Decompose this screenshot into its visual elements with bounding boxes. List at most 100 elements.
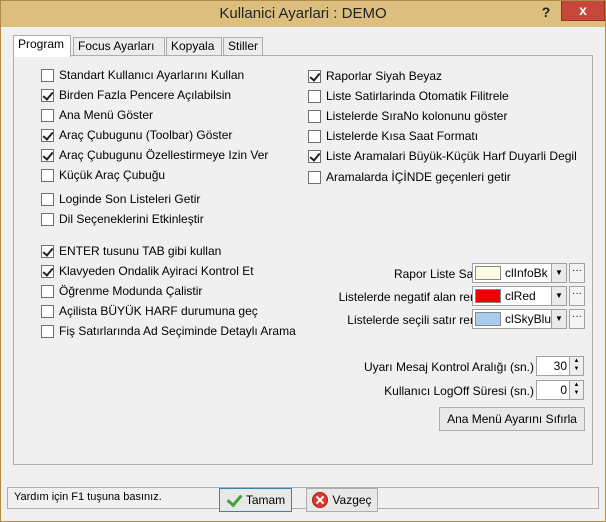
dialog-window: Kullanici Ayarlari : DEMO ? x Program Fo…: [0, 0, 606, 522]
ellipsis-button[interactable]: ···: [569, 309, 585, 329]
checkbox-kucuk-arac-cubugu[interactable]: Küçük Araç Çubuğu: [41, 167, 165, 183]
dialog-body: Program Focus Ayarları Kopyala Stiller S…: [7, 29, 599, 515]
checkbox-label: ENTER tusunu TAB gibi kullan: [59, 244, 222, 258]
reset-menu-button[interactable]: Ana Menü Ayarını Sıfırla: [439, 407, 585, 431]
tab-kopyala[interactable]: Kopyala: [166, 37, 222, 56]
ellipsis-button[interactable]: ···: [569, 263, 585, 283]
tab-focus-ayarlari[interactable]: Focus Ayarları: [73, 37, 165, 56]
checkbox-dil-secenekleri[interactable]: Dil Seçeneklerini Etkinleştir: [41, 211, 204, 227]
checkbox-label: Listelerde SıraNo kolonunu göster: [326, 109, 508, 123]
checkbox-box[interactable]: [41, 304, 54, 318]
checkbox-toolbar-goster[interactable]: Araç Çubugunu (Toolbar) Göster: [41, 127, 232, 143]
checkbox-buyuk-harf[interactable]: Açilista BÜYÜK HARF durumuna geç: [41, 303, 258, 319]
checkbox-sirano-kolonu[interactable]: Listelerde SıraNo kolonunu göster: [308, 108, 507, 124]
spinner-uyari-mesaj[interactable]: 30 ▲ ▼: [536, 356, 584, 376]
status-bar: Yardım için F1 tuşuna basınız.: [7, 487, 599, 509]
checkbox-label: Listelerde Kısa Saat Formatı: [326, 129, 479, 143]
cancel-button-label: Vazgeç: [332, 493, 372, 507]
checkmark-icon: [226, 492, 242, 508]
color-select-negatif-alan[interactable]: clRed ▼: [472, 286, 567, 306]
checkbox-label: Liste Satirlarinda Otomatik Filitrele: [326, 89, 509, 103]
checkbox-detayli-arama[interactable]: Fiş Satırlarında Ad Seçiminde Detaylı Ar…: [41, 323, 296, 339]
checkbox-box[interactable]: [41, 264, 54, 278]
close-button[interactable]: x: [561, 1, 605, 21]
checkbox-box[interactable]: [41, 88, 54, 102]
checkbox-box[interactable]: [308, 129, 321, 143]
checkbox-box[interactable]: [41, 192, 54, 206]
checkbox-box[interactable]: [308, 149, 321, 163]
color-value: clSkyBlue: [505, 312, 555, 326]
spinner-label-uyari-mesaj: Uyarı Mesaj Kontrol Aralığı (sn.): [363, 360, 534, 374]
checkbox-ana-menu-goster[interactable]: Ana Menü Göster: [41, 107, 153, 123]
checkbox-box[interactable]: [41, 212, 54, 226]
checkbox-label: Araç Çubugunu (Toolbar) Göster: [59, 128, 233, 142]
checkbox-kisa-saat-formati[interactable]: Listelerde Kısa Saat Formatı: [308, 128, 478, 144]
color-swatch: [475, 289, 501, 303]
color-select-secili-satir[interactable]: clSkyBlue ▼: [472, 309, 567, 329]
checkbox-box[interactable]: [308, 69, 321, 83]
color-label-negatif-alan: Listelerde negatif alan rengi: [338, 290, 486, 304]
checkbox-label: Fiş Satırlarında Ad Seçiminde Detaylı Ar…: [59, 324, 296, 338]
color-value: clRed: [505, 289, 536, 303]
checkbox-box[interactable]: [308, 170, 321, 184]
checkbox-enter-tab[interactable]: ENTER tusunu TAB gibi kullan: [41, 243, 221, 259]
checkbox-box[interactable]: [41, 284, 54, 298]
spin-arrows-icon[interactable]: ▲ ▼: [569, 357, 583, 375]
cancel-x-icon: [312, 492, 329, 508]
ok-button-label: Tamam: [245, 493, 286, 507]
checkbox-label: Açilista BÜYÜK HARF durumuna geç: [59, 304, 258, 318]
checkbox-box[interactable]: [41, 148, 54, 162]
spin-arrows-icon[interactable]: ▲ ▼: [569, 381, 583, 399]
status-text: Yardım için F1 tuşuna basınız.: [14, 491, 162, 503]
checkbox-otomatik-filitrele[interactable]: Liste Satirlarinda Otomatik Filitrele: [308, 88, 509, 104]
program-panel: Standart Kullanıcı Ayarlarını Kullan Bir…: [13, 55, 593, 465]
checkbox-box[interactable]: [41, 128, 54, 142]
checkbox-box[interactable]: [308, 89, 321, 103]
checkbox-label: Loginde Son Listeleri Getir: [59, 192, 201, 206]
checkbox-label: Dil Seçeneklerini Etkinleştir: [59, 212, 204, 226]
checkbox-box[interactable]: [308, 109, 321, 123]
spinner-logoff[interactable]: 0 ▲ ▼: [536, 380, 584, 400]
checkbox-label: Raporlar Siyah Beyaz: [326, 69, 443, 83]
color-label-secili-satir: Listelerde seçili satır rengi: [347, 313, 486, 327]
checkbox-box[interactable]: [41, 324, 54, 338]
checkbox-harf-duyarli[interactable]: Liste Aramalari Büyük-Küçük Harf Duyarli…: [308, 148, 577, 164]
checkbox-label: Ana Menü Göster: [59, 108, 154, 122]
checkbox-label: Birden Fazla Pencere Açılabilsin: [59, 88, 232, 102]
window-title: Kullanici Ayarlari : DEMO: [219, 5, 387, 22]
checkbox-label: Klavyeden Ondalik Ayiraci Kontrol Et: [59, 264, 254, 278]
color-swatch: [475, 266, 501, 280]
checkbox-standart-kullanici[interactable]: Standart Kullanıcı Ayarlarını Kullan: [41, 67, 244, 83]
spinner-value[interactable]: 30: [554, 359, 567, 373]
spinner-label-logoff: Kullanıcı LogOff Süresi (sn.): [384, 384, 534, 398]
checkbox-box[interactable]: [41, 108, 54, 122]
checkbox-ogrenme-modu[interactable]: Öğrenme Modunda Çalistir: [41, 283, 202, 299]
checkbox-box[interactable]: [41, 168, 54, 182]
help-button[interactable]: ?: [535, 2, 557, 22]
checkbox-label: Liste Aramalari Büyük-Küçük Harf Duyarli…: [326, 149, 577, 163]
checkbox-toolbar-ozellestir[interactable]: Araç Çubugunu Özellestirmeye Izin Ver: [41, 147, 268, 163]
checkbox-birden-fazla-pencere[interactable]: Birden Fazla Pencere Açılabilsin: [41, 87, 231, 103]
checkbox-loginde-son-listeler[interactable]: Loginde Son Listeleri Getir: [41, 191, 200, 207]
checkbox-label: Standart Kullanıcı Ayarlarını Kullan: [59, 68, 245, 82]
ok-button[interactable]: Tamam: [219, 488, 292, 512]
color-value: clInfoBk: [505, 266, 548, 280]
checkbox-label: Aramalarda İÇİNDE geçenleri getir: [326, 170, 511, 184]
ellipsis-button[interactable]: ···: [569, 286, 585, 306]
chevron-down-icon[interactable]: ▼: [551, 264, 566, 282]
color-swatch: [475, 312, 501, 326]
chevron-down-icon[interactable]: ▼: [551, 287, 566, 305]
color-select-rapor-liste[interactable]: clInfoBk ▼: [472, 263, 567, 283]
tab-program[interactable]: Program: [13, 35, 71, 57]
checkbox-box[interactable]: [41, 68, 54, 82]
chevron-down-icon[interactable]: ▼: [551, 310, 566, 328]
cancel-button[interactable]: Vazgeç: [306, 488, 378, 512]
title-bar[interactable]: Kullanici Ayarlari : DEMO ? x: [1, 1, 605, 27]
tab-stiller[interactable]: Stiller: [223, 37, 263, 56]
checkbox-ondalik-ayiraci[interactable]: Klavyeden Ondalik Ayiraci Kontrol Et: [41, 263, 254, 279]
checkbox-label: Araç Çubugunu Özellestirmeye Izin Ver: [59, 148, 269, 162]
checkbox-box[interactable]: [41, 244, 54, 258]
checkbox-icinde-gecenler[interactable]: Aramalarda İÇİNDE geçenleri getir: [308, 169, 511, 185]
checkbox-raporlar-siyah-beyaz[interactable]: Raporlar Siyah Beyaz: [308, 68, 442, 84]
spinner-value[interactable]: 0: [560, 383, 567, 397]
